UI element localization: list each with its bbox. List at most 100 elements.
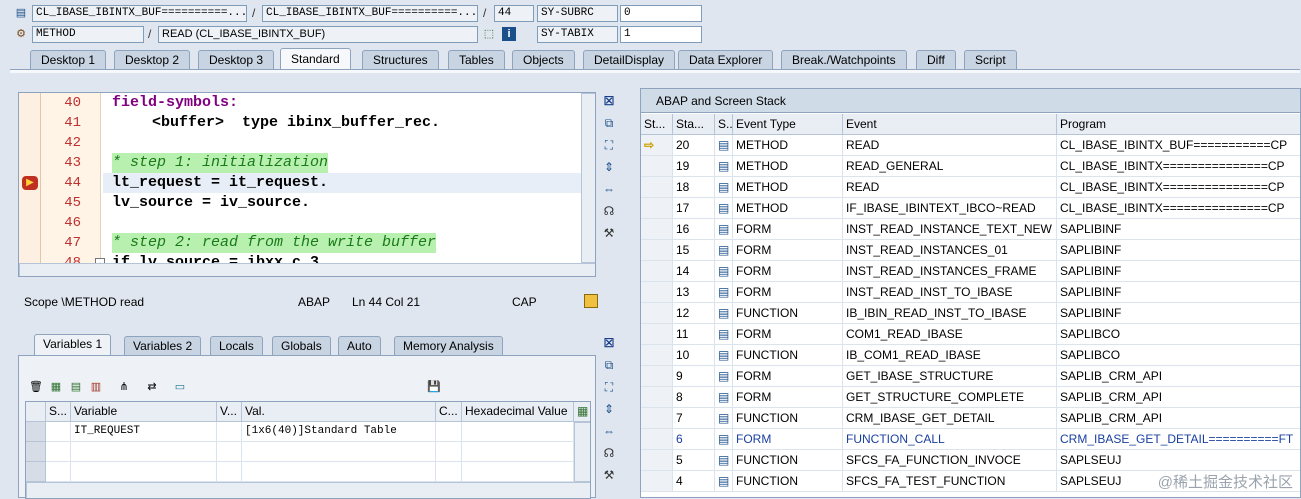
event-cell[interactable]: IF_IBASE_IBINTEXT_IBCO~READ (843, 198, 1057, 219)
col-header-c[interactable]: C... (436, 402, 462, 422)
transfer-icon[interactable]: ⇄ (145, 380, 159, 394)
split-icon[interactable]: ⧉ (601, 115, 617, 131)
tab-globals[interactable]: Globals (272, 336, 331, 356)
event-type-cell[interactable]: FORM (733, 240, 843, 261)
variable-value-cell[interactable] (242, 462, 436, 482)
event-cell[interactable]: INST_READ_INSTANCE_TEXT_NEW (843, 219, 1057, 240)
line-number-field[interactable]: 44 (494, 5, 534, 22)
event-cell[interactable]: SFCS_FA_TEST_FUNCTION (843, 471, 1057, 492)
event-cell[interactable]: INST_READ_INSTANCES_01 (843, 240, 1057, 261)
sysvar-value-field[interactable]: 0 (620, 5, 702, 22)
stack-level-cell[interactable]: 6 (673, 429, 715, 450)
hierarchy-icon[interactable]: ⋔ (117, 380, 131, 394)
split-icon[interactable]: ⧉ (601, 357, 617, 373)
tab-auto[interactable]: Auto (338, 336, 381, 356)
stack-level-cell[interactable]: 7 (673, 408, 715, 429)
headset-icon[interactable]: ☊ (601, 203, 617, 219)
resize-horizontal-icon[interactable]: ⇔ (601, 423, 617, 439)
info-icon[interactable]: i (502, 27, 516, 41)
row-selector[interactable] (26, 422, 46, 442)
maximize-icon[interactable]: ⛶ (601, 379, 617, 395)
tab-detaildisplay[interactable]: DetailDisplay (583, 50, 676, 69)
event-cell[interactable]: SFCS_FA_FUNCTION_INVOCE (843, 450, 1057, 471)
stack-level-cell[interactable]: 19 (673, 156, 715, 177)
program-cell[interactable]: SAPLSEUJ (1057, 450, 1300, 471)
row-selector[interactable] (26, 462, 46, 482)
include-field[interactable]: CL_IBASE_IBINTX_BUF==========... (262, 5, 478, 22)
stack-level-cell[interactable]: 4 (673, 471, 715, 492)
variable-name-cell[interactable] (71, 442, 217, 462)
save-icon[interactable]: 💾 (427, 380, 441, 394)
sysvar-name-field-2[interactable]: SY-TABIX (537, 26, 618, 43)
event-type-cell[interactable]: FORM (733, 366, 843, 387)
stack-level-cell[interactable]: 14 (673, 261, 715, 282)
event-type-cell[interactable]: FUNCTION (733, 303, 843, 324)
event-type-cell[interactable]: METHOD (733, 198, 843, 219)
stack-level-cell[interactable]: 13 (673, 282, 715, 303)
col-header-s[interactable]: S... (715, 114, 733, 135)
tab-variables-1[interactable]: Variables 1 (34, 334, 112, 356)
stack-level-cell[interactable]: 20 (673, 135, 715, 156)
variable-name-cell[interactable]: IT_REQUEST (71, 422, 217, 442)
tab-desktop-2[interactable]: Desktop 2 (114, 50, 191, 69)
headset-icon[interactable]: ☊ (601, 445, 617, 461)
event-type-field[interactable]: METHOD (32, 26, 144, 43)
editor-options-icon[interactable] (584, 294, 598, 308)
row-selector[interactable] (26, 442, 46, 462)
event-cell[interactable]: READ (843, 177, 1057, 198)
tab-locals[interactable]: Locals (210, 336, 263, 356)
stack-level-cell[interactable]: 8 (673, 387, 715, 408)
program-cell[interactable]: CL_IBASE_IBINTX_BUF===========CP (1057, 135, 1300, 156)
col-header-sta[interactable]: Sta... (673, 114, 715, 135)
col-header-s[interactable]: S... (46, 402, 71, 422)
col-header-value[interactable]: Val. (242, 402, 436, 422)
event-type-cell[interactable]: FUNCTION (733, 450, 843, 471)
program-cell[interactable]: SAPLIBINF (1057, 303, 1300, 324)
variables-horizontal-scrollbar[interactable] (26, 482, 590, 498)
event-cell[interactable]: COM1_READ_IBASE (843, 324, 1057, 345)
program-cell[interactable]: SAPLIB_CRM_API (1057, 387, 1300, 408)
col-header-variable[interactable]: Variable (71, 402, 217, 422)
tab-objects[interactable]: Objects (512, 50, 575, 69)
event-type-cell[interactable]: FUNCTION (733, 408, 843, 429)
tab-data-explorer[interactable]: Data Explorer (678, 50, 774, 69)
event-cell[interactable]: GET_STRUCTURE_COMPLETE (843, 387, 1057, 408)
stack-level-cell[interactable]: 10 (673, 345, 715, 366)
event-type-cell[interactable]: FORM (733, 219, 843, 240)
tab-standard[interactable]: Standard (280, 48, 351, 70)
col-header-event[interactable]: Event (843, 114, 1057, 135)
event-cell[interactable]: READ (843, 135, 1057, 156)
event-cell[interactable]: INST_READ_INSTANCES_FRAME (843, 261, 1057, 282)
tool-icon[interactable]: ⚒ (601, 225, 617, 241)
col-header-program[interactable]: Program (1057, 114, 1300, 135)
close-icon[interactable]: ☒ (601, 335, 617, 351)
event-cell[interactable]: CRM_IBASE_GET_DETAIL (843, 408, 1057, 429)
event-type-cell[interactable]: FUNCTION (733, 345, 843, 366)
maximize-icon[interactable]: ⛶ (601, 137, 617, 153)
col-header-v[interactable]: V... (217, 402, 242, 422)
resize-vertical-icon[interactable]: ⇕ (601, 159, 617, 175)
main-program-field[interactable]: CL_IBASE_IBINTX_BUF==========... (32, 5, 247, 22)
program-cell[interactable]: SAPLIBCO (1057, 324, 1300, 345)
editor-vertical-scrollbar[interactable] (581, 93, 595, 263)
variable-value-cell[interactable] (242, 442, 436, 462)
tab-breakpoints[interactable]: Break./Watchpoints (781, 50, 907, 69)
event-field[interactable]: READ (CL_IBASE_IBINTX_BUF) (158, 26, 478, 43)
table-insert-icon[interactable]: ▤ (69, 380, 83, 394)
program-cell[interactable]: SAPLIBCO (1057, 345, 1300, 366)
table-delete-icon[interactable]: ▥ (89, 380, 103, 394)
column-config-icon[interactable]: ▦ (574, 402, 590, 422)
program-cell[interactable]: SAPLIBINF (1057, 219, 1300, 240)
tab-desktop-3[interactable]: Desktop 3 (198, 50, 275, 69)
program-cell[interactable]: SAPLIB_CRM_API (1057, 366, 1300, 387)
col-header-hex[interactable]: Hexadecimal Value (462, 402, 574, 422)
stack-level-cell[interactable]: 9 (673, 366, 715, 387)
editor-horizontal-scrollbar[interactable] (19, 263, 595, 276)
event-cell[interactable]: READ_GENERAL (843, 156, 1057, 177)
event-cell[interactable]: INST_READ_INST_TO_IBASE (843, 282, 1057, 303)
tab-desktop-1[interactable]: Desktop 1 (30, 50, 107, 69)
tool-icon[interactable]: ⚒ (601, 467, 617, 483)
tab-variables-2[interactable]: Variables 2 (124, 336, 202, 356)
event-type-cell[interactable]: FUNCTION (733, 471, 843, 492)
stack-level-cell[interactable]: 15 (673, 240, 715, 261)
